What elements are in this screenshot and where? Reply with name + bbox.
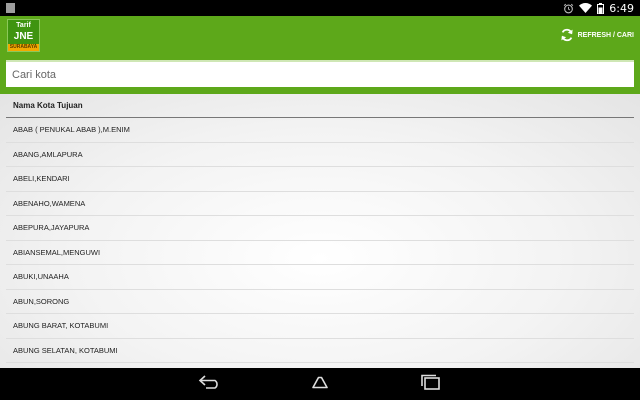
back-nav-icon: [198, 374, 222, 394]
list-item[interactable]: ABUNG SELATAN, KOTABUMI: [6, 339, 634, 363]
list-item[interactable]: ABELI,KENDARI: [6, 167, 634, 192]
list-item[interactable]: ABUNG BARAT, KOTABUMI: [6, 314, 634, 339]
refresh-label: REFRESH / CARI: [577, 31, 634, 39]
back-button[interactable]: [192, 372, 228, 396]
logo-line-3: SURABAYA: [8, 43, 39, 51]
alarm-icon: [563, 3, 574, 14]
app-logo: Tarif JNE SURABAYA: [7, 18, 40, 52]
battery-icon: [597, 2, 605, 14]
list-item[interactable]: ABUKI,UNAAHA: [6, 265, 634, 290]
status-left: [6, 3, 15, 13]
city-list: ABAB ( PENUKAL ABAB ),M.ENIM ABANG,AMLAP…: [6, 118, 634, 363]
status-right: 6:49: [563, 2, 634, 15]
recents-button[interactable]: [412, 372, 448, 396]
search-band: [0, 54, 640, 94]
refresh-search-button[interactable]: REFRESH / CARI: [560, 28, 634, 42]
city-list-panel: Nama Kota Tujuan ABAB ( PENUKAL ABAB ),M…: [0, 94, 640, 368]
system-nav-bar: [0, 368, 640, 400]
list-item[interactable]: ABANG,AMLAPURA: [6, 143, 634, 167]
list-item[interactable]: ABENAHO,WAMENA: [6, 192, 634, 216]
home-button[interactable]: [302, 372, 338, 396]
recents-nav-icon: [418, 374, 442, 395]
list-item[interactable]: ABAB ( PENUKAL ABAB ),M.ENIM: [6, 118, 634, 143]
status-bar: 6:49: [0, 0, 640, 16]
home-nav-icon: [307, 375, 333, 394]
wifi-icon: [579, 3, 593, 13]
list-item[interactable]: ABEPURA,JAYAPURA: [6, 216, 634, 241]
refresh-icon: [560, 28, 574, 42]
app-bar: Tarif JNE SURABAYA REFRESH / CARI: [0, 16, 640, 54]
list-item[interactable]: ABUN,SORONG: [6, 290, 634, 314]
list-item[interactable]: ABIANSEMAL,MENGUWI: [6, 241, 634, 265]
clock: 6:49: [609, 1, 634, 15]
logo-line-1: Tarif: [16, 21, 31, 29]
city-search-input[interactable]: [6, 60, 634, 87]
logo-line-2: JNE: [13, 31, 34, 42]
sim-card-icon: [6, 3, 15, 13]
list-column-header: Nama Kota Tujuan: [6, 94, 634, 118]
